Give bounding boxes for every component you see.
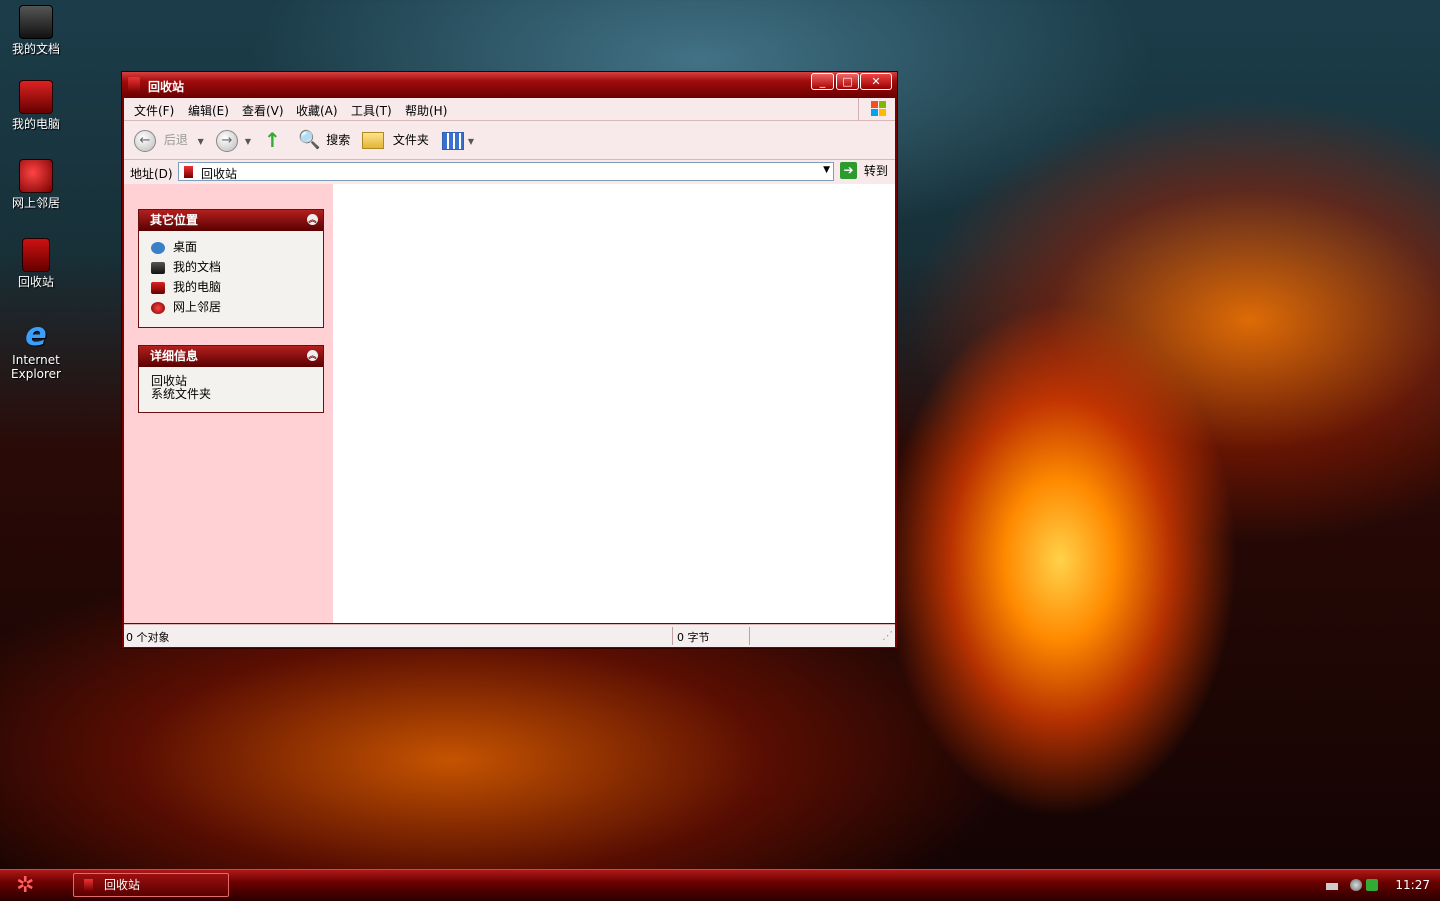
address-label: 地址(D) xyxy=(130,167,173,181)
status-size: 0 字节 xyxy=(677,631,710,644)
details-type: 系统文件夹 xyxy=(151,387,212,401)
go-label: 转到 xyxy=(863,164,888,178)
status-bar: 0 个对象 0 字节 ⋰ xyxy=(124,624,895,647)
other-places-header[interactable]: 其它位置 ︽ xyxy=(139,210,323,231)
recycle-bin-icon xyxy=(184,166,193,178)
views-button[interactable]: ▼ xyxy=(442,129,474,151)
collapse-icon[interactable]: ︽ xyxy=(307,350,318,361)
security-tray-icon[interactable] xyxy=(1366,879,1378,891)
my-documents-icon xyxy=(151,261,165,274)
resize-grip-icon[interactable]: ⋰ xyxy=(882,629,893,642)
folder-icon xyxy=(362,132,384,149)
place-label: 我的电脑 xyxy=(173,280,222,294)
address-bar: 地址(D) 回收站 ▼ ➔ 转到 xyxy=(124,160,895,185)
collapse-icon[interactable]: ︽ xyxy=(307,214,318,225)
taskbar-item-recycle-bin[interactable]: 回收站 xyxy=(73,873,229,897)
start-logo-icon: ✲ xyxy=(16,873,35,898)
desktop-icon-network-places[interactable]: 网上邻居 xyxy=(4,159,68,210)
desktop-icon-my-computer[interactable]: 我的电脑 xyxy=(4,80,68,131)
place-desktop[interactable]: 桌面 xyxy=(139,237,323,257)
tasks-pane: 其它位置 ︽ 桌面 我的文档 我的电脑 网上邻居 详细信息 ︽ 回收站 系统文件… xyxy=(124,184,333,623)
up-folder-icon[interactable]: ↑ xyxy=(264,129,281,151)
status-separator xyxy=(672,627,673,645)
status-object-count: 0 个对象 xyxy=(126,631,170,644)
forward-button[interactable]: → ▼ xyxy=(216,129,251,152)
desktop-icon-recycle-bin[interactable]: 回收站 xyxy=(4,238,68,289)
search-button[interactable]: 🔍 搜索 xyxy=(298,129,350,151)
minimize-button[interactable]: _ xyxy=(811,73,834,90)
menu-favorites[interactable]: 收藏(A) xyxy=(296,102,338,119)
my-computer-icon xyxy=(19,80,53,114)
network-tray-icon[interactable] xyxy=(1350,879,1362,891)
details-title: 详细信息 xyxy=(150,349,199,363)
recycle-bin-icon xyxy=(128,77,140,93)
desktop-icon-label: Internet Explorer xyxy=(11,353,61,381)
my-documents-icon xyxy=(19,5,53,39)
taskbar-item-label: 回收站 xyxy=(104,878,141,892)
taskbar: ✲ 回收站 11:27 xyxy=(0,869,1440,901)
close-button[interactable]: ✕ xyxy=(860,73,892,90)
keyboard-icon[interactable] xyxy=(1326,883,1338,890)
internet-explorer-icon: e xyxy=(25,315,47,353)
search-icon: 🔍 xyxy=(298,129,321,151)
desktop-icon-label: 回收站 xyxy=(17,275,54,289)
desktop-icon-label: 我的电脑 xyxy=(11,117,60,131)
desktop-icon-my-documents[interactable]: 我的文档 xyxy=(4,5,68,56)
other-places-title: 其它位置 xyxy=(150,213,199,227)
menu-edit[interactable]: 编辑(E) xyxy=(188,102,229,119)
folders-label: 文件夹 xyxy=(392,133,429,147)
desktop-icon xyxy=(151,241,165,254)
place-label: 桌面 xyxy=(173,240,198,254)
network-places-icon xyxy=(151,301,165,314)
recycle-bin-window: 回收站 _ □ ✕ 文件(F) 编辑(E) 查看(V) 收藏(A) 工具(T) … xyxy=(121,71,898,649)
place-label: 我的文档 xyxy=(173,260,222,274)
network-places-icon xyxy=(19,159,53,193)
status-separator xyxy=(749,627,750,645)
chevron-down-icon: ▼ xyxy=(467,137,474,146)
desktop-icon-label: 网上邻居 xyxy=(11,196,60,210)
title-bar[interactable]: 回收站 _ □ ✕ xyxy=(122,72,897,98)
menu-help[interactable]: 帮助(H) xyxy=(405,102,447,119)
go-button[interactable]: ➔ 转到 xyxy=(840,162,888,182)
window-title: 回收站 xyxy=(148,80,185,94)
chevron-down-icon: ▼ xyxy=(244,137,251,146)
other-places-panel: 其它位置 ︽ 桌面 我的文档 我的电脑 网上邻居 xyxy=(138,209,324,328)
recycle-bin-icon xyxy=(84,879,93,891)
search-label: 搜索 xyxy=(326,133,351,147)
place-my-computer[interactable]: 我的电脑 xyxy=(139,277,323,297)
place-network[interactable]: 网上邻居 xyxy=(139,297,323,317)
back-arrow-icon: ← xyxy=(134,129,156,152)
my-computer-icon xyxy=(151,281,165,294)
place-label: 网上邻居 xyxy=(173,300,222,314)
toolbar: ← 后退 ▼ → ▼ ↑ 🔍 搜索 文件夹 ▼ xyxy=(124,121,895,160)
place-my-documents[interactable]: 我的文档 xyxy=(139,257,323,277)
back-label: 后退 xyxy=(163,133,188,147)
clock[interactable]: 11:27 xyxy=(1395,878,1430,892)
details-header[interactable]: 详细信息 ︽ xyxy=(139,346,323,367)
folders-button[interactable]: 文件夹 xyxy=(362,129,429,151)
maximize-button[interactable]: □ xyxy=(836,73,859,90)
go-arrow-icon: ➔ xyxy=(840,162,857,179)
address-value: 回收站 xyxy=(201,167,238,181)
windows-logo-icon xyxy=(858,98,895,120)
menu-file[interactable]: 文件(F) xyxy=(134,102,174,119)
chevron-down-icon: ▼ xyxy=(197,137,204,146)
chevron-down-icon[interactable]: ▼ xyxy=(823,165,830,175)
address-input[interactable]: 回收站 ▼ xyxy=(178,162,834,181)
forward-arrow-icon: → xyxy=(216,129,238,152)
desktop-icon-internet-explorer[interactable]: e Internet Explorer xyxy=(4,318,68,381)
system-tray: 11:27 xyxy=(1320,870,1440,901)
back-button[interactable]: ← 后退 ▼ xyxy=(134,129,204,152)
menu-tools[interactable]: 工具(T) xyxy=(351,102,392,119)
menu-bar: 文件(F) 编辑(E) 查看(V) 收藏(A) 工具(T) 帮助(H) xyxy=(124,98,895,121)
file-list-area[interactable] xyxy=(333,184,895,623)
desktop-icon-label: 我的文档 xyxy=(11,42,60,56)
recycle-bin-icon xyxy=(22,238,50,272)
start-button[interactable]: ✲ xyxy=(16,874,48,898)
menu-view[interactable]: 查看(V) xyxy=(242,102,284,119)
details-panel: 详细信息 ︽ 回收站 系统文件夹 xyxy=(138,345,324,413)
views-icon xyxy=(442,131,464,150)
